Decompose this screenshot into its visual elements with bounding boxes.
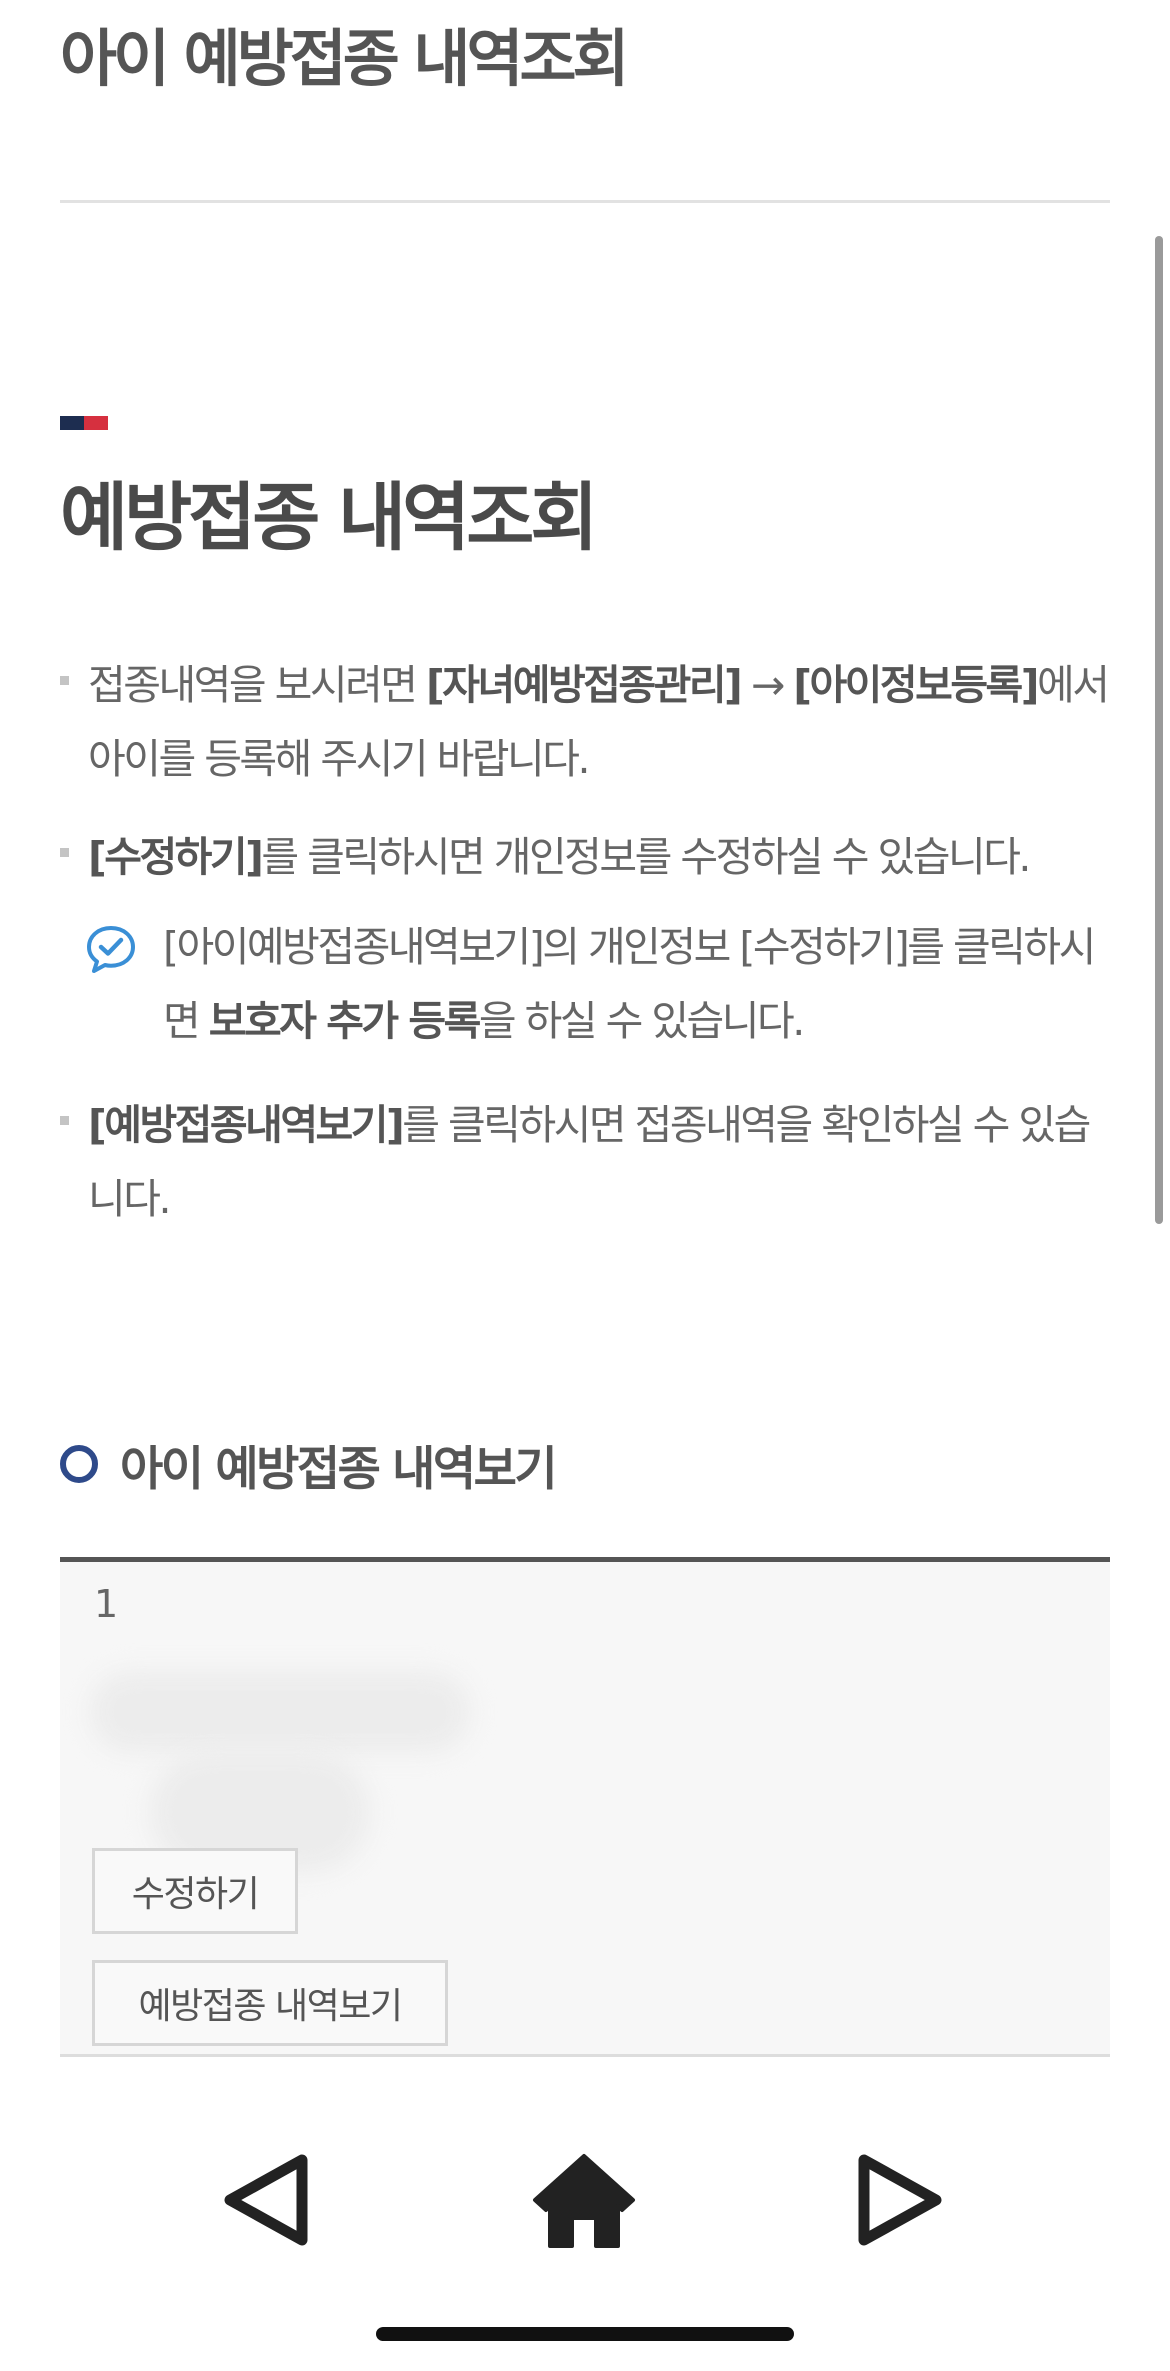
- child-list-heading: 아이 예방접종 내역보기: [120, 1442, 558, 1497]
- home-button[interactable]: [524, 2140, 644, 2260]
- heading-ring-icon: [60, 1445, 98, 1483]
- home-indicator[interactable]: [376, 2327, 794, 2341]
- page-title: 아이 예방접종 내역조회: [60, 22, 630, 95]
- flag-navy-block: [60, 416, 84, 430]
- back-triangle-icon: [224, 2154, 308, 2246]
- bullet: [60, 848, 69, 857]
- child-record-card: 1 수정하기 예방접종 내역보기: [60, 1557, 1110, 2057]
- scrollbar[interactable]: [1155, 236, 1163, 1224]
- record-index: 1: [94, 1582, 119, 1626]
- note-view-history: [예방접종내역보기]를 클릭하시면 접종내역을 확인하실 수 있습니다.: [60, 1088, 1110, 1236]
- menu-path-child-vaccination: [자녀예방접종관리]: [426, 661, 743, 709]
- bottom-navigation-bar: [0, 2140, 1170, 2260]
- menu-path-child-register: [아이정보등록]: [793, 661, 1039, 709]
- note-edit-info: [수정하기]를 클릭하시면 개인정보를 수정하실 수 있습니다.: [60, 820, 1110, 894]
- note-register-child: 접종내역을 보시려면 [자녀예방접종관리] → [아이정보등록]에서 아이를 등…: [60, 648, 1110, 796]
- note-text: [아이예방접종내역보기]의 개인정보 [수정하기]를 클릭하시면 보호자 추가 …: [163, 923, 1096, 1045]
- home-icon: [533, 2154, 635, 2248]
- forward-triangle-icon: [858, 2154, 942, 2246]
- chat-check-icon: [87, 926, 135, 973]
- note-text: 접종내역을 보시려면 [자녀예방접종관리] → [아이정보등록]에서 아이를 등…: [88, 661, 1110, 783]
- note-add-guardian: [아이예방접종내역보기]의 개인정보 [수정하기]를 클릭하시면 보호자 추가 …: [60, 910, 1110, 1058]
- section-title: 예방접종 내역조회: [60, 475, 598, 561]
- page: 아이 예방접종 내역조회 예방접종 내역조회 접종내역을 보시려면 [자녀예방접…: [0, 0, 1170, 2371]
- forward-button[interactable]: [840, 2140, 960, 2260]
- back-button[interactable]: [206, 2140, 326, 2260]
- bullet: [60, 676, 69, 685]
- flag-red-block: [84, 416, 108, 430]
- edit-button[interactable]: 수정하기: [92, 1848, 298, 1934]
- redacted-child-info: [90, 1672, 470, 1752]
- guide-notes: 접종내역을 보시려면 [자녀예방접종관리] → [아이정보등록]에서 아이를 등…: [60, 648, 1110, 1260]
- view-vaccination-history-button[interactable]: 예방접종 내역보기: [92, 1960, 448, 2046]
- note-text: [예방접종내역보기]를 클릭하시면 접종내역을 확인하실 수 있습니다.: [88, 1101, 1091, 1223]
- note-text: [수정하기]를 클릭하시면 개인정보를 수정하실 수 있습니다.: [88, 833, 1031, 881]
- section-flag-mark: [60, 416, 108, 430]
- bullet: [60, 1116, 69, 1125]
- title-divider: [60, 200, 1110, 203]
